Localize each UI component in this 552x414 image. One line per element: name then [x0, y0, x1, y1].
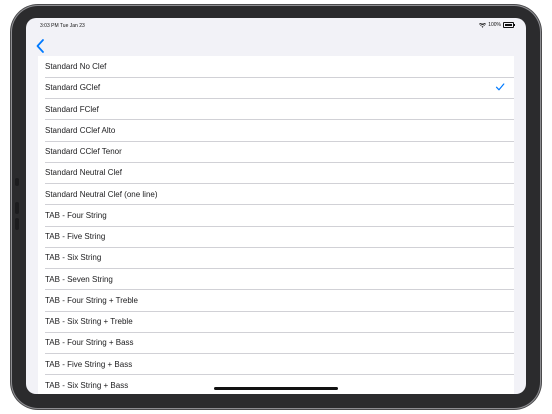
list-item-label: TAB - Six String: [45, 253, 102, 263]
list-item-tab-four-string-treble[interactable]: TAB - Four String + Treble: [38, 290, 514, 312]
list-item-label: Standard CClef Tenor: [45, 147, 122, 157]
list-item-tab-six-string-bass[interactable]: TAB - Six String + Bass: [38, 375, 514, 394]
list-item-tab-four-string-bass[interactable]: TAB - Four String + Bass: [38, 332, 514, 354]
list-item-label: Standard No Clef: [45, 62, 107, 72]
list-item-label: Standard CClef Alto: [45, 125, 116, 135]
status-bar: 3:03 PM Tue Jan 23 100%: [26, 18, 526, 34]
list-item-label: Standard Neutral Clef: [45, 168, 122, 178]
list-item-tab-five-string[interactable]: TAB - Five String: [38, 226, 514, 248]
wifi-icon: [479, 22, 487, 28]
list-item-label: TAB - Six String + Treble: [45, 317, 133, 327]
list-item-label: Standard FClef: [45, 104, 99, 114]
volume-up-button: [15, 202, 19, 214]
list-item-label: TAB - Four String: [45, 210, 107, 220]
list-item-label: Standard Neutral Clef (one line): [45, 189, 158, 199]
screen: 3:03 PM Tue Jan 23 100% Standard No Clef…: [26, 18, 526, 394]
list-item-standard-neutral-clef-one-line[interactable]: Standard Neutral Clef (one line): [38, 184, 514, 206]
clef-list: Standard No Clef Standard GClef Standard…: [38, 56, 514, 394]
mute-switch: [15, 178, 19, 186]
navigation-bar: [26, 34, 526, 58]
list-item-standard-gclef[interactable]: Standard GClef: [38, 77, 514, 99]
list-item-label: TAB - Five String + Bass: [45, 359, 133, 369]
list-item-standard-neutral-clef[interactable]: Standard Neutral Clef: [38, 162, 514, 184]
list-item-label: TAB - Four String + Bass: [45, 338, 134, 348]
list-item-tab-six-string-treble[interactable]: TAB - Six String + Treble: [38, 311, 514, 333]
list-item-tab-five-string-bass[interactable]: TAB - Five String + Bass: [38, 354, 514, 376]
battery-percent: 100%: [488, 22, 501, 28]
status-time: 3:03 PM Tue Jan 23: [40, 23, 85, 29]
battery-icon: [503, 22, 515, 28]
list-item-tab-four-string[interactable]: TAB - Four String: [38, 205, 514, 227]
list-item-standard-fclef[interactable]: Standard FClef: [38, 99, 514, 121]
status-right: 100%: [479, 22, 515, 28]
list-item-tab-seven-string[interactable]: TAB - Seven String: [38, 269, 514, 291]
list-item-standard-cclef-alto[interactable]: Standard CClef Alto: [38, 120, 514, 142]
list-item-label: TAB - Seven String: [45, 274, 113, 284]
back-button[interactable]: [34, 37, 50, 55]
chevron-left-icon: [36, 39, 44, 53]
list-item-label: TAB - Five String: [45, 232, 106, 242]
list-item-label: TAB - Four String + Treble: [45, 295, 138, 305]
volume-down-button: [15, 218, 19, 230]
list-item-tab-six-string[interactable]: TAB - Six String: [38, 247, 514, 269]
list-item-standard-no-clef[interactable]: Standard No Clef: [38, 56, 514, 78]
list-item-standard-cclef-tenor[interactable]: Standard CClef Tenor: [38, 141, 514, 163]
list-item-label: TAB - Six String + Bass: [45, 380, 129, 390]
home-indicator[interactable]: [214, 387, 338, 390]
list-item-label: Standard GClef: [45, 83, 101, 93]
checkmark-icon: [495, 83, 505, 91]
